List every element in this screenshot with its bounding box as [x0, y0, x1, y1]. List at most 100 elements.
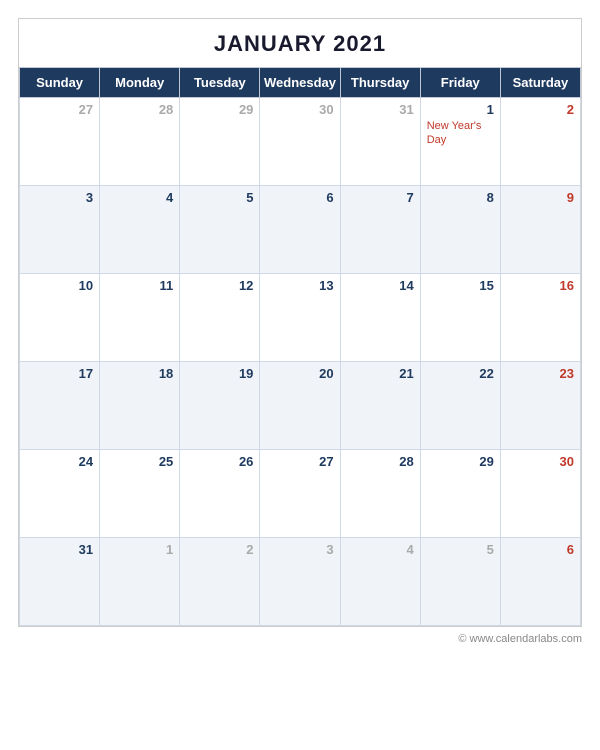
day-number: 11 — [106, 278, 173, 293]
day-number: 30 — [507, 454, 574, 469]
calendar-cell: 15 — [420, 274, 500, 362]
calendar-cell: 7 — [340, 186, 420, 274]
day-number: 10 — [26, 278, 93, 293]
calendar-cell: 4 — [340, 538, 420, 626]
calendar-cell: 14 — [340, 274, 420, 362]
day-header-monday: Monday — [100, 68, 180, 98]
calendar-cell: 28 — [100, 98, 180, 186]
calendar-cell: 6 — [500, 538, 580, 626]
day-number: 7 — [347, 190, 414, 205]
calendar-cell: 8 — [420, 186, 500, 274]
calendar-week-1: 27 28 29 30 31 1 New Year's Day 2 — [20, 98, 581, 186]
day-header-thursday: Thursday — [340, 68, 420, 98]
day-number: 30 — [266, 102, 333, 117]
day-number: 6 — [507, 542, 574, 557]
calendar-cell: 6 — [260, 186, 340, 274]
calendar-cell: 31 — [20, 538, 100, 626]
day-number: 5 — [427, 542, 494, 557]
day-number: 24 — [26, 454, 93, 469]
day-number: 4 — [106, 190, 173, 205]
footer: © www.calendarlabs.com — [18, 627, 582, 645]
day-number: 27 — [266, 454, 333, 469]
calendar-grid: SundayMondayTuesdayWednesdayThursdayFrid… — [19, 67, 581, 626]
day-number: 21 — [347, 366, 414, 381]
day-number: 1 — [427, 102, 494, 117]
day-number: 28 — [106, 102, 173, 117]
calendar-cell: 1 — [100, 538, 180, 626]
day-number: 5 — [186, 190, 253, 205]
day-number: 29 — [427, 454, 494, 469]
calendar-container: JANUARY 2021 SundayMondayTuesdayWednesda… — [18, 18, 582, 627]
calendar-cell: 24 — [20, 450, 100, 538]
calendar-cell: 17 — [20, 362, 100, 450]
calendar-cell: 5 — [420, 538, 500, 626]
calendar-cell: 1 New Year's Day — [420, 98, 500, 186]
day-number: 26 — [186, 454, 253, 469]
calendar-cell: 3 — [20, 186, 100, 274]
calendar-week-2: 3456789 — [20, 186, 581, 274]
day-number: 13 — [266, 278, 333, 293]
calendar-cell: 29 — [420, 450, 500, 538]
day-number: 1 — [106, 542, 173, 557]
calendar-cell: 20 — [260, 362, 340, 450]
day-header-tuesday: Tuesday — [180, 68, 260, 98]
calendar-cell: 2 — [180, 538, 260, 626]
calendar-cell: 28 — [340, 450, 420, 538]
calendar-cell: 12 — [180, 274, 260, 362]
day-number: 18 — [106, 366, 173, 381]
day-header-friday: Friday — [420, 68, 500, 98]
calendar-cell: 19 — [180, 362, 260, 450]
calendar-cell: 13 — [260, 274, 340, 362]
calendar-cell: 21 — [340, 362, 420, 450]
calendar-week-5: 24 25 26 27 28 29 30 — [20, 450, 581, 538]
calendar-cell: 5 — [180, 186, 260, 274]
day-number: 31 — [347, 102, 414, 117]
calendar-cell: 27 — [20, 98, 100, 186]
day-header-wednesday: Wednesday — [260, 68, 340, 98]
day-number: 12 — [186, 278, 253, 293]
calendar-cell: 4 — [100, 186, 180, 274]
day-number: 23 — [507, 366, 574, 381]
day-number: 25 — [106, 454, 173, 469]
calendar-cell: 22 — [420, 362, 500, 450]
day-number: 22 — [427, 366, 494, 381]
day-number: 28 — [347, 454, 414, 469]
day-number: 16 — [507, 278, 574, 293]
day-number: 15 — [427, 278, 494, 293]
calendar-cell: 16 — [500, 274, 580, 362]
day-number: 8 — [427, 190, 494, 205]
calendar-cell: 23 — [500, 362, 580, 450]
day-number: 3 — [266, 542, 333, 557]
day-number: 31 — [26, 542, 93, 557]
calendar-week-6: 31 123456 — [20, 538, 581, 626]
calendar-cell: 27 — [260, 450, 340, 538]
day-number: 14 — [347, 278, 414, 293]
calendar-cell: 25 — [100, 450, 180, 538]
calendar-cell: 30 — [260, 98, 340, 186]
calendar-cell: 29 — [180, 98, 260, 186]
event-label: New Year's Day — [427, 119, 494, 148]
day-number: 2 — [507, 102, 574, 117]
day-number: 20 — [266, 366, 333, 381]
calendar-cell: 11 — [100, 274, 180, 362]
calendar-cell: 3 — [260, 538, 340, 626]
calendar-title: JANUARY 2021 — [19, 19, 581, 67]
day-number: 3 — [26, 190, 93, 205]
day-number: 9 — [507, 190, 574, 205]
day-header-sunday: Sunday — [20, 68, 100, 98]
calendar-cell: 18 — [100, 362, 180, 450]
day-header-saturday: Saturday — [500, 68, 580, 98]
day-number: 19 — [186, 366, 253, 381]
day-number: 2 — [186, 542, 253, 557]
calendar-cell: 2 — [500, 98, 580, 186]
calendar-cell: 10 — [20, 274, 100, 362]
day-number: 27 — [26, 102, 93, 117]
day-number: 17 — [26, 366, 93, 381]
day-number: 4 — [347, 542, 414, 557]
day-number: 6 — [266, 190, 333, 205]
calendar-cell: 31 — [340, 98, 420, 186]
calendar-week-3: 10 11 12 13 14 15 16 — [20, 274, 581, 362]
calendar-cell: 26 — [180, 450, 260, 538]
calendar-cell: 9 — [500, 186, 580, 274]
calendar-cell: 30 — [500, 450, 580, 538]
